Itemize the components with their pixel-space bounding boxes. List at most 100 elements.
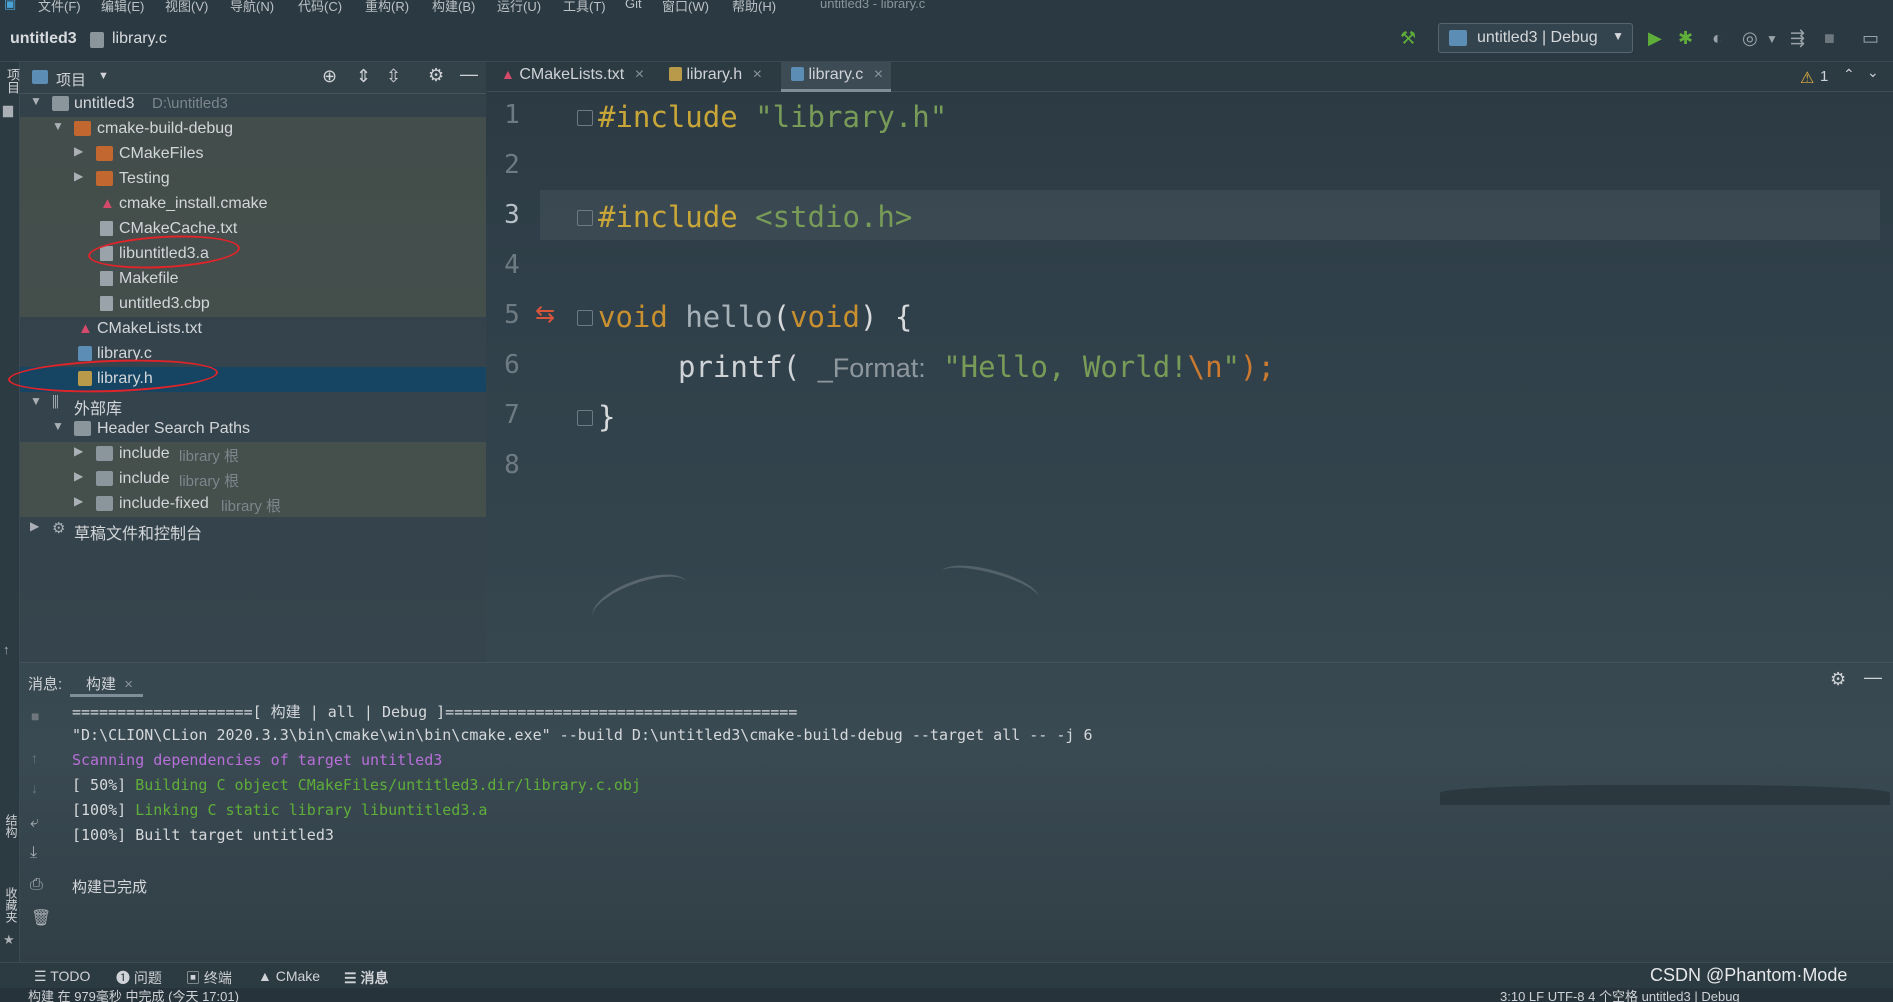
tab-todo[interactable]: ☰ TODO [34,968,90,985]
tree-item-untitled3-cbp[interactable]: untitled3.cbp [20,292,486,317]
stop-icon[interactable]: ■ [31,708,39,724]
menu-code[interactable]: 代码(C) [298,0,342,14]
code-line-6[interactable]: printf( _Format: "Hello, World!\n"); [678,350,1275,384]
text-file-icon [100,271,113,286]
tab-messages[interactable]: ☰ 消息 [344,968,388,988]
favorites-tool-tab[interactable]: 收藏夹 [3,887,20,923]
chevron-down-icon[interactable]: ▼ [30,394,42,408]
print-icon[interactable]: ⎙ [30,876,43,894]
chevron-right-icon[interactable]: ▶ [74,494,83,508]
more-run-chevron-icon[interactable]: ▼ [1766,32,1778,46]
code-line-5[interactable]: void hello(void) { [598,300,912,334]
fold-marker-icon[interactable] [577,210,593,226]
menu-refactor[interactable]: 重构(R) [365,0,409,14]
code-line-3[interactable]: #include <stdio.h> [598,200,912,234]
menu-help[interactable]: 帮助(H) [732,0,776,14]
tab-build[interactable]: 构建 × [70,665,143,697]
collapse-all-icon[interactable]: ⇳ [386,66,401,87]
tree-item-cmake-install[interactable]: ▲ cmake_install.cmake [20,192,486,217]
code-line-1[interactable]: #include "library.h" [598,100,947,134]
tab-problems[interactable]: ❶ 问题 [116,968,162,988]
layout-icon[interactable]: ▭ [1862,28,1879,49]
tab-cmake[interactable]: ▲ CMake [258,968,320,984]
soft-wrap-icon[interactable]: ⤶ [30,814,39,832]
structure-tool-tab[interactable]: 结构 [3,814,20,838]
declaration-navigation-icon[interactable]: ⇆ [535,300,555,329]
tree-item-header-search-paths[interactable]: ▼ Header Search Paths [20,417,486,442]
tab-library-h[interactable]: library.h × [669,62,762,92]
settings-gear-icon[interactable]: ⚙ [1830,669,1846,690]
chevron-right-icon[interactable]: ▶ [74,169,83,183]
down-arrow-icon[interactable]: ↓ [31,780,38,796]
fold-marker-icon[interactable] [577,110,593,126]
up-arrow-icon[interactable]: ↑ [31,750,38,766]
tree-item-testing[interactable]: ▶ Testing [20,167,486,192]
chevron-right-icon[interactable]: ▶ [74,469,83,483]
menu-edit[interactable]: 编辑(E) [101,0,144,14]
tree-item-cmakefiles[interactable]: ▶ CMakeFiles [20,142,486,167]
profile-icon[interactable]: ◎ [1742,28,1758,49]
window-title: untitled3 - library.c [820,0,926,11]
tree-item-scratches[interactable]: ▶ ⚙ 草稿文件和控制台 [20,517,486,543]
breadcrumb-project[interactable]: untitled3 [10,30,77,48]
chevron-down-icon[interactable]: ▼ [30,94,42,108]
chevron-right-icon[interactable]: ▶ [30,519,39,533]
close-icon[interactable]: × [874,66,883,83]
menu-git[interactable]: Git [625,0,642,11]
debug-bug-icon[interactable]: ✱ [1678,28,1693,49]
menu-build[interactable]: 构建(B) [432,0,475,14]
chevron-right-icon[interactable]: ▶ [74,444,83,458]
scroll-to-end-icon[interactable]: ⤓ [30,844,37,862]
tree-item-cmake-build-debug[interactable]: ▼ cmake-build-debug [20,117,486,142]
breadcrumb-file[interactable]: library.c [112,30,167,48]
tree-item-include-fixed[interactable]: ▶ include-fixed library 根 [20,492,486,517]
tree-item-cmakecache[interactable]: CMakeCache.txt [20,217,486,242]
close-icon[interactable]: × [753,66,762,83]
menu-navigate[interactable]: 导航(N) [230,0,274,14]
hide-panel-icon[interactable]: — [1864,667,1882,688]
code-line-7[interactable]: } [598,400,615,434]
tree-item-cmakelists[interactable]: ▲ CMakeLists.txt [20,317,486,342]
tree-item-include-2[interactable]: ▶ include library 根 [20,467,486,492]
warning-icon[interactable]: ⚠ [1800,68,1814,88]
chevron-down-icon[interactable]: ▼ [52,119,64,133]
menu-run[interactable]: 运行(U) [497,0,541,14]
project-panel-title[interactable]: 项目 [56,69,86,90]
tree-item-external-libs[interactable]: ▼ ⫼ 外部库 [20,392,486,418]
run-config-select[interactable]: untitled3 | Debug ▼ [1438,23,1633,53]
close-icon[interactable]: × [635,66,644,83]
code-token-punct: ); [1240,350,1275,384]
view-dropdown-chevron-icon[interactable]: ▼ [98,70,109,82]
hide-panel-icon[interactable]: — [460,64,478,85]
settings-gear-icon[interactable]: ⚙ [428,65,444,86]
tree-item-makefile[interactable]: Makefile [20,267,486,292]
close-icon[interactable]: × [124,676,133,693]
tree-item-untitled3[interactable]: ▼ untitled3 D:\untitled3 [20,92,486,117]
next-highlight-icon[interactable]: ⌄ [1867,64,1879,81]
scroll-up-icon[interactable]: ↑ [3,642,17,657]
locate-target-icon[interactable]: ⊕ [322,66,337,87]
chevron-right-icon[interactable]: ▶ [74,144,83,158]
tab-cmakelists[interactable]: ▲ CMakeLists.txt × [501,62,644,92]
menu-file[interactable]: 文件(F) [38,0,81,14]
messages-header: 消息: 构建 × ⚙ — [20,662,1893,697]
coverage-icon[interactable]: ◐ [1712,28,1723,49]
attach-icon[interactable]: ⇶ [1790,28,1805,49]
tab-library-c[interactable]: library.c × [781,62,892,92]
menu-window[interactable]: 窗口(W) [662,0,709,14]
menu-view[interactable]: 视图(V) [165,0,208,14]
trash-icon[interactable]: 🗑 [31,908,51,928]
fold-marker-icon[interactable] [577,410,593,426]
tree-item-include-1[interactable]: ▶ include library 根 [20,442,486,467]
chevron-down-icon[interactable]: ▼ [52,419,64,433]
console-line: "D:\CLION\CLion 2020.3.3\bin\cmake\win\b… [72,726,1093,744]
tab-terminal[interactable]: ▣ 终端 [186,968,232,988]
expand-all-icon[interactable]: ⇕ [356,66,371,87]
status-right[interactable]: 3:10 LF UTF-8 4 个空格 untitled3 | Debug [1500,988,1740,1002]
run-icon[interactable]: ▶ [1648,28,1662,49]
stop-icon[interactable]: ■ [1824,28,1835,49]
build-hammer-icon[interactable]: ⚒ [1400,28,1416,49]
menu-tools[interactable]: 工具(T) [563,0,606,14]
fold-marker-icon[interactable] [577,310,593,326]
prev-highlight-icon[interactable]: ⌃ [1843,66,1855,83]
